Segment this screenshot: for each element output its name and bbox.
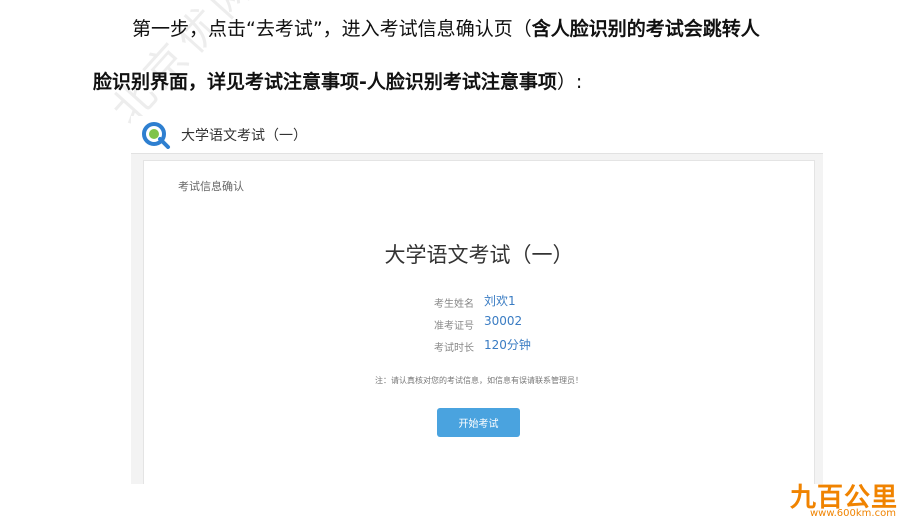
verification-notice: 注：请认真核对您的考试信息，如信息有误请联系管理员！ [375,376,583,385]
info-row-name: 考生姓名 刘欢1 [144,292,814,312]
card-caption: 考试信息确认 [178,180,244,193]
brand-logo: 九百公里 www.600km.com [790,477,915,525]
info-label: 考生姓名 [434,299,474,310]
exam-title: 大学语文考试（一） [384,243,574,267]
info-label: 考试时长 [434,343,474,354]
info-row-ticket: 准考证号 30002 [144,314,814,334]
start-exam-button[interactable]: 开始考试 [437,408,520,437]
app-header: 大学语文考试（一） [131,116,823,154]
info-value: 刘欢1 [484,294,516,308]
info-row-duration: 考试时长 120分钟 [144,336,814,356]
info-value: 120分钟 [484,338,531,352]
exam-app-screenshot: 大学语文考试（一） 考试信息确认 大学语文考试（一） 考生姓名 刘欢1 准考证号… [131,116,823,484]
info-label: 准考证号 [434,321,474,332]
doc-line-1-bold: 含人脸识别的考试会跳转人 [531,18,760,40]
brand-url: www.600km.com [810,508,896,519]
exam-info-card: 考试信息确认 大学语文考试（一） 考生姓名 刘欢1 准考证号 30002 考试时… [143,160,815,484]
app-title: 大学语文考试（一） [181,128,307,144]
q-logo-icon [141,121,171,149]
doc-line-2-tail: ）: [556,71,583,93]
info-value: 30002 [484,314,523,328]
